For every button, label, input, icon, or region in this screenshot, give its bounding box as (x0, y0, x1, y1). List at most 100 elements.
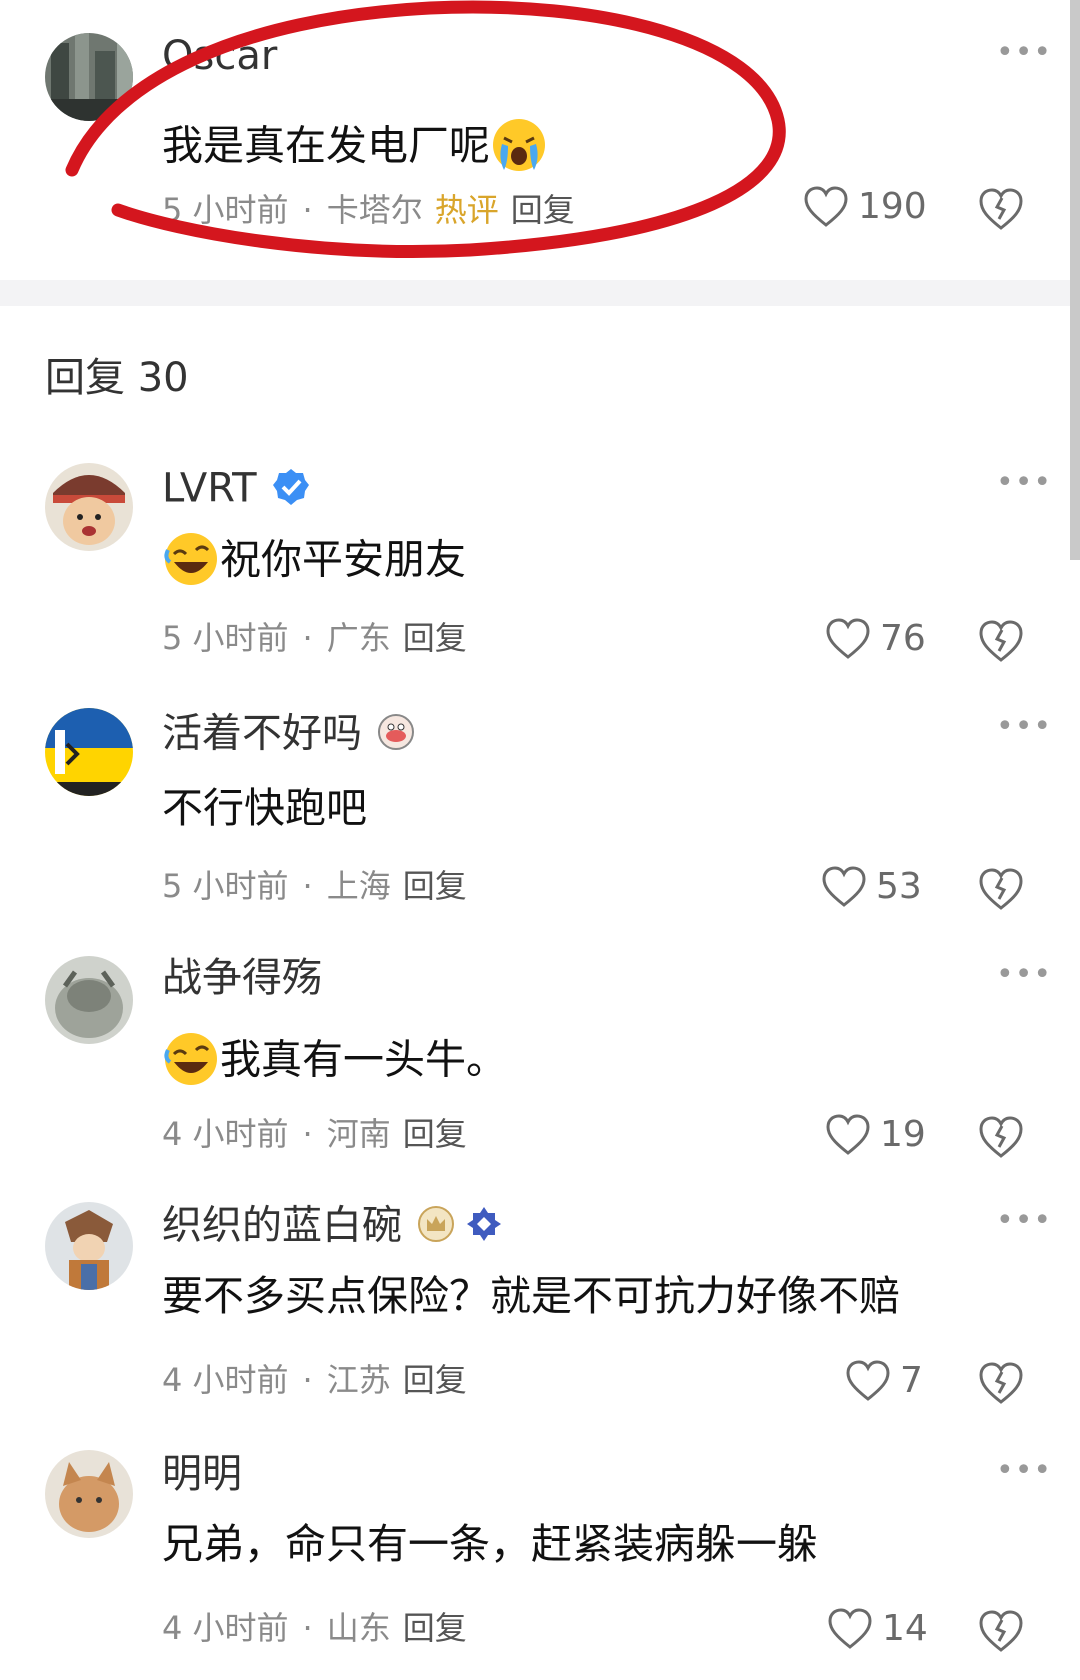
reply-button[interactable]: 回复 (403, 1115, 467, 1153)
like-count: 53 (876, 866, 922, 907)
reply-item: LVRT ••• 祝你平安朋友 5 小时前 · 广东 回复 76 (0, 450, 1080, 670)
reply-button[interactable]: 回复 (403, 1361, 467, 1399)
heart-icon (826, 1114, 870, 1155)
sticker-icon (376, 712, 416, 759)
replies-header: 回复 30 (45, 358, 189, 398)
more-options-icon[interactable]: ••• (996, 712, 1052, 742)
verified-icon (271, 467, 311, 514)
comment-meta: 5 小时前 · 上海 回复 (162, 870, 467, 902)
timestamp: 5 小时前 (162, 867, 289, 905)
like-button[interactable]: 190 (804, 186, 927, 228)
heart-icon (804, 186, 848, 227)
avatar[interactable] (45, 463, 133, 551)
username[interactable]: 活着不好吗 (162, 711, 362, 757)
broken-heart-icon[interactable] (978, 186, 1024, 232)
avatar[interactable] (45, 708, 133, 796)
reply-item: 活着不好吗 ••• 不行快跑吧 5 小时前 · 上海 回复 53 (0, 700, 1080, 920)
avatar[interactable] (45, 33, 133, 121)
username[interactable]: 明明 (162, 1454, 242, 1494)
timestamp: 5 小时前 (162, 619, 289, 657)
heart-icon (846, 1360, 890, 1401)
username[interactable]: LVRT (162, 466, 257, 512)
comment-text: 要不多买点保险？就是不可抗力好像不赔 (162, 1272, 900, 1320)
comment-meta: 4 小时前 · 山东 回复 (162, 1612, 467, 1644)
reply-button[interactable]: 回复 (403, 867, 467, 905)
like-count: 19 (880, 1114, 926, 1155)
like-count: 7 (900, 1360, 923, 1401)
heart-icon (826, 618, 870, 659)
timestamp: 4 小时前 (162, 1609, 289, 1647)
like-button[interactable]: 14 (828, 1608, 928, 1650)
separator: · (302, 867, 313, 905)
avatar[interactable] (45, 956, 133, 1044)
timestamp: 4 小时前 (162, 1115, 289, 1153)
separator: · (302, 1115, 313, 1153)
comment-meta: 5 小时前 · 卡塔尔 热评 回复 (162, 194, 575, 226)
more-options-icon[interactable]: ••• (996, 1206, 1052, 1236)
reply-item: 织织的蓝白碗 ••• 要不多买点保险？就是不可抗力好像不赔 4 小时前 · 江苏 回复… (0, 1196, 1080, 1416)
comment-text-label: 我真有一头牛。 (220, 1035, 507, 1084)
like-button[interactable]: 53 (822, 866, 922, 908)
location: 河南 (326, 1115, 391, 1153)
location: 广东 (326, 619, 391, 657)
comment-meta: 5 小时前 · 广东 回复 (162, 622, 467, 654)
timestamp: 4 小时前 (162, 1361, 289, 1399)
location: 山东 (326, 1609, 391, 1647)
comment-text: 我是真在发电厂呢 (162, 116, 548, 181)
scrollbar[interactable] (1070, 0, 1080, 560)
diamond-badge-icon (464, 1204, 504, 1251)
username-row: LVRT (162, 467, 311, 514)
broken-heart-icon[interactable] (978, 1114, 1024, 1160)
replies-label: 回复 (45, 355, 125, 401)
heart-icon (828, 1608, 872, 1649)
separator: · (302, 1609, 313, 1647)
username-row: 活着不好吗 (162, 712, 416, 759)
more-options-icon[interactable]: ••• (996, 1456, 1052, 1486)
separator: · (302, 619, 313, 657)
reply-button[interactable]: 回复 (403, 619, 467, 657)
comment-text-label: 祝你平安朋友 (220, 535, 466, 584)
broken-heart-icon[interactable] (978, 1360, 1024, 1406)
comment-meta: 4 小时前 · 河南 回复 (162, 1118, 467, 1150)
like-count: 76 (880, 618, 926, 659)
avatar[interactable] (45, 1450, 133, 1538)
avatar[interactable] (45, 1202, 133, 1290)
hot-badge: 热评 (434, 191, 499, 229)
comment-text-label: 我是真在发电厂呢 (162, 121, 490, 170)
reply-item: 明明 ••• 兄弟，命只有一条，赶紧装病躲一躲 4 小时前 · 山东 回复 14 (0, 1444, 1080, 1680)
crying-face-icon (490, 116, 548, 181)
more-options-icon[interactable]: ••• (996, 38, 1052, 68)
broken-heart-icon[interactable] (978, 866, 1024, 912)
like-button[interactable]: 7 (846, 1360, 923, 1402)
more-options-icon[interactable]: ••• (996, 468, 1052, 498)
broken-heart-icon[interactable] (978, 618, 1024, 664)
crown-icon (416, 1204, 456, 1251)
comment-text: 兄弟，命只有一条，赶紧装病躲一躲 (162, 1520, 818, 1568)
comment-meta: 4 小时前 · 江苏 回复 (162, 1364, 467, 1396)
comment-text: 不行快跑吧 (162, 784, 367, 832)
like-button[interactable]: 76 (826, 618, 926, 660)
username-row: 织织的蓝白碗 (162, 1204, 504, 1251)
comment-text: 我真有一头牛。 (162, 1030, 507, 1095)
username[interactable]: 战争得殇 (162, 958, 322, 998)
location: 上海 (326, 867, 391, 905)
like-count: 190 (858, 186, 927, 227)
username[interactable]: Oscar (162, 36, 277, 76)
username[interactable]: 织织的蓝白碗 (162, 1203, 402, 1249)
top-comment: Oscar ••• 我是真在发电厂呢 5 小时前 · 卡塔尔 热评 回复 190 (0, 0, 1080, 280)
reply-button[interactable]: 回复 (511, 191, 575, 229)
separator: · (302, 191, 313, 229)
rofl-face-icon (162, 530, 220, 595)
like-button[interactable]: 19 (826, 1114, 926, 1156)
heart-icon (822, 866, 866, 907)
more-options-icon[interactable]: ••• (996, 960, 1052, 990)
separator: · (302, 1361, 313, 1399)
location: 江苏 (326, 1361, 391, 1399)
section-divider (0, 280, 1080, 306)
broken-heart-icon[interactable] (978, 1608, 1024, 1654)
reply-item: 战争得殇 ••• 我真有一头牛。 4 小时前 · 河南 回复 19 (0, 950, 1080, 1170)
location: 卡塔尔 (326, 191, 423, 229)
rofl-face-icon (162, 1030, 220, 1095)
replies-count: 30 (137, 355, 189, 401)
reply-button[interactable]: 回复 (403, 1609, 467, 1647)
